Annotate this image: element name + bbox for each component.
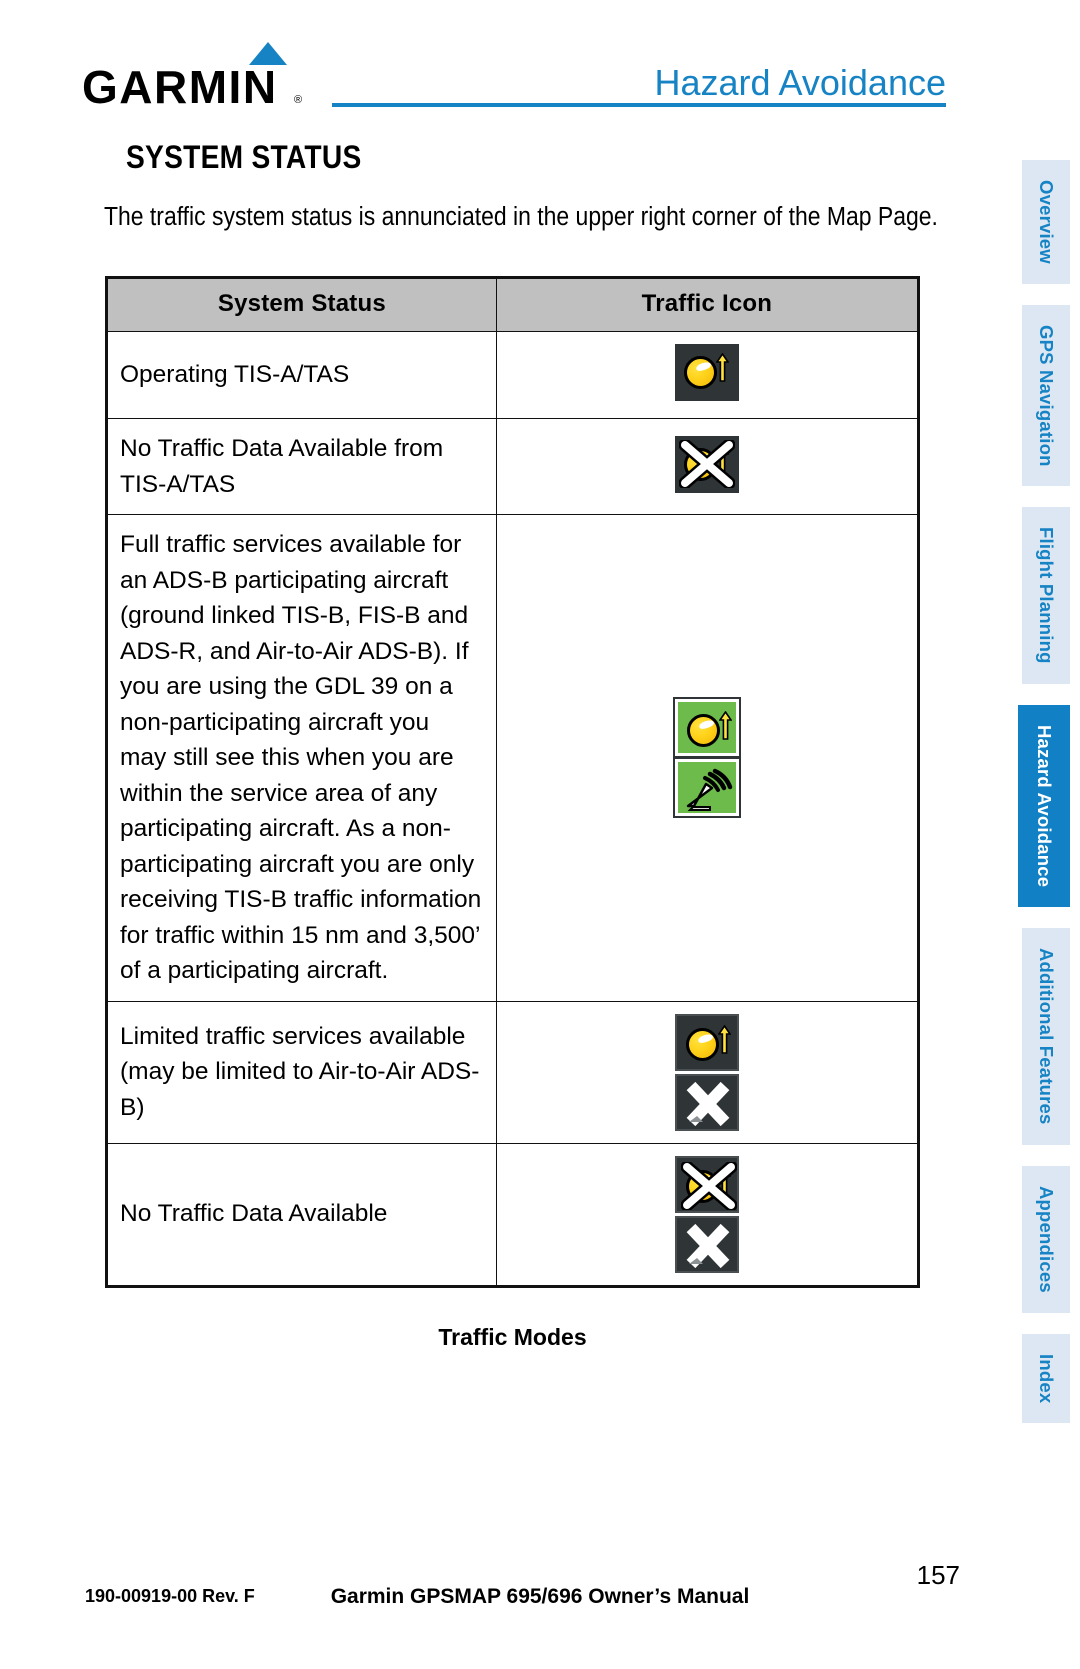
manual-page: GARMIN ® Hazard Avoidance SYSTEM STATUS … <box>0 0 1080 1669</box>
traffic-ball-antenna-dark-icon <box>674 344 739 401</box>
garmin-wordmark: GARMIN <box>82 61 278 113</box>
status-text: Limited traffic services available (may … <box>107 1000 497 1144</box>
traffic-modes-table-wrap: System Status Traffic Icon Operating TIS… <box>105 276 920 1288</box>
traffic-ball-crossed-dark-icon <box>674 435 739 493</box>
icon-cell <box>495 514 919 1002</box>
sidebar-tab-flight-planning[interactable]: Flight Planning <box>1022 507 1070 685</box>
big-x-dark-icon <box>674 1215 739 1273</box>
status-text: No Traffic Data Available from TIS-A/TAS <box>107 418 497 515</box>
icon-cell <box>495 418 919 515</box>
table-row: No Traffic Data Available from TIS-A/TAS <box>107 418 919 515</box>
big-x-dark-icon <box>674 1073 739 1131</box>
column-header-traffic-icon: Traffic Icon <box>495 278 919 332</box>
sidebar-tab-gps-navigation[interactable]: GPS Navigation <box>1022 304 1070 487</box>
registered-trademark-icon: ® <box>294 94 303 106</box>
page-footer: 190-00919-00 Rev. F Garmin GPSMAP 695/69… <box>0 1549 1080 1669</box>
section-tabs-sidebar: Overview GPS Navigation Flight Planning … <box>1008 160 1080 1444</box>
traffic-modes-table: System Status Traffic Icon Operating TIS… <box>107 278 919 1286</box>
traffic-ball-crossed-dark-icon <box>674 1155 739 1213</box>
table-row: No Traffic Data Available <box>107 1142 919 1286</box>
sidebar-tab-additional-features[interactable]: Additional Features <box>1022 928 1070 1145</box>
garmin-logo: GARMIN ® <box>82 42 322 112</box>
section-heading: SYSTEM STATUS <box>126 139 362 175</box>
adsb-dish-green-icon <box>672 757 741 819</box>
table-header-row: System Status Traffic Icon <box>107 278 919 332</box>
status-text: No Traffic Data Available <box>107 1142 497 1286</box>
traffic-ball-antenna-green-icon <box>672 697 741 759</box>
status-text: Operating TIS-A/TAS <box>107 331 497 419</box>
status-text: Full traffic services available for an A… <box>107 514 497 1002</box>
table-row: Limited traffic services available (may … <box>107 1000 919 1144</box>
intro-paragraph: The traffic system status is annunciated… <box>104 203 938 231</box>
page-number: 157 <box>916 1560 960 1590</box>
column-header-system-status: System Status <box>107 278 497 332</box>
table-row: Full traffic services available for an A… <box>107 514 919 1002</box>
sidebar-tab-appendices[interactable]: Appendices <box>1022 1165 1070 1313</box>
traffic-ball-antenna-dark-icon <box>674 1013 739 1071</box>
figure-caption: Traffic Modes <box>438 1324 587 1350</box>
table-row: Operating TIS-A/TAS <box>107 331 919 419</box>
page-header: GARMIN ® Hazard Avoidance <box>0 0 1080 125</box>
icon-cell <box>495 1000 919 1144</box>
sidebar-tab-index[interactable]: Index <box>1022 1333 1070 1423</box>
icon-cell <box>495 1142 919 1286</box>
sidebar-tab-overview[interactable]: Overview <box>1022 160 1070 284</box>
page-title: Hazard Avoidance <box>654 62 946 103</box>
sidebar-tab-hazard-avoidance[interactable]: Hazard Avoidance <box>1018 705 1070 908</box>
icon-cell <box>495 331 919 419</box>
